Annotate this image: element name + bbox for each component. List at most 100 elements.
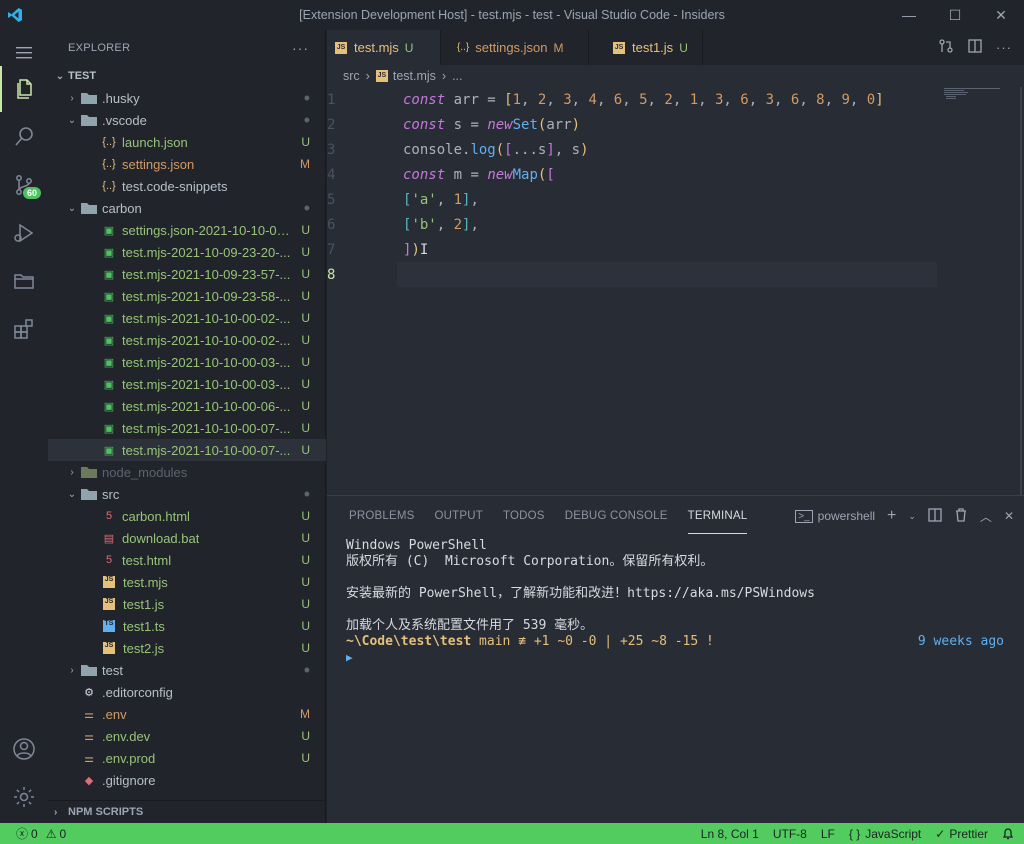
chevron-up-icon[interactable]: ︿: [980, 508, 992, 525]
html-file-icon: 5: [105, 554, 113, 566]
eol-status[interactable]: LF: [821, 827, 835, 841]
editor-tab[interactable]: {..} settings.json M: [441, 30, 589, 65]
more-actions-icon[interactable]: ···: [292, 40, 309, 56]
close-panel-icon[interactable]: ✕: [1004, 509, 1014, 523]
file-item[interactable]: JS test1.js U: [48, 593, 326, 615]
editor-tab[interactable]: JS test.mjs U: [327, 30, 441, 65]
cursor-position[interactable]: Ln 8, Col 1: [701, 827, 759, 841]
split-terminal-icon[interactable]: [928, 507, 942, 525]
file-item[interactable]: ▣ settings.json-2021-10-10-00... U: [48, 219, 326, 241]
folder-item[interactable]: ⌄ src •: [48, 483, 326, 505]
file-item[interactable]: ▤ download.bat U: [48, 527, 326, 549]
cursor-position-label: Ln 8, Col 1: [700, 826, 759, 841]
panel-tab-problems[interactable]: PROBLEMS: [349, 496, 415, 536]
env-file-icon: ⚌: [84, 752, 94, 765]
line-number: 4: [327, 166, 336, 183]
file-item[interactable]: JS test2.js U: [48, 637, 326, 659]
panel-tab-debug-console[interactable]: DEBUG CONSOLE: [565, 496, 668, 536]
breadcrumb-file[interactable]: test.mjs: [393, 69, 436, 83]
git-status-badge: M: [300, 157, 310, 171]
file-item[interactable]: ◆ .gitignore: [48, 769, 326, 791]
file-item[interactable]: 5 carbon.html U: [48, 505, 326, 527]
error-icon: ⓧ: [16, 827, 29, 841]
file-item[interactable]: JS test.mjs U: [48, 571, 326, 593]
folder-item[interactable]: ⌄ .vscode •: [48, 109, 326, 131]
source-control-icon[interactable]: 60: [0, 162, 48, 208]
minimap[interactable]: [944, 87, 1002, 107]
account-icon[interactable]: [0, 726, 48, 772]
file-item[interactable]: ▣ test.mjs-2021-10-10-00-07-... U: [48, 417, 326, 439]
file-item[interactable]: TS test1.ts U: [48, 615, 326, 637]
more-actions-icon[interactable]: ···: [996, 40, 1012, 55]
file-item[interactable]: ▣ test.mjs-2021-10-10-00-02-... U: [48, 329, 326, 351]
tab-git-status: M: [553, 40, 564, 55]
tree-item-label: .env.dev: [102, 728, 151, 744]
close-window-button[interactable]: ✕: [978, 0, 1024, 30]
npm-scripts-section[interactable]: › NPM SCRIPTS: [48, 800, 326, 823]
file-item[interactable]: 5 test.html U: [48, 549, 326, 571]
problems-status[interactable]: ⓧ 0 ⚠ 0: [16, 825, 66, 842]
line-number: 8: [327, 266, 336, 283]
code-editor[interactable]: 1 2 3 4 5 6 7 8 const arr = [1, 2, 3, 4, 6, 5, …: [327, 87, 1024, 495]
file-item[interactable]: ⚌ .env.prod U: [48, 747, 326, 769]
panel-tab-terminal[interactable]: TERMINAL: [687, 498, 748, 534]
panel-tab-todos[interactable]: TODOS: [503, 496, 545, 536]
terminal-shell-selector[interactable]: >_ powershell: [795, 509, 875, 523]
prettier-status[interactable]: ✓ Prettier: [935, 827, 988, 841]
file-item[interactable]: ▣ test.mjs-2021-10-09-23-58-... U: [48, 285, 326, 307]
folder-item[interactable]: › .husky •: [48, 87, 326, 109]
code-line-5: ['a', 1],: [403, 191, 479, 208]
folder-item[interactable]: › test •: [48, 659, 326, 681]
new-terminal-icon[interactable]: +: [887, 507, 896, 525]
bottom-panel: PROBLEMS OUTPUT TODOS DEBUG CONSOLE TERMINAL…: [327, 495, 1024, 823]
file-item[interactable]: {..} launch.json U: [48, 131, 326, 153]
notifications-bell-icon[interactable]: [1002, 827, 1014, 840]
file-item[interactable]: ▣ test.mjs-2021-10-10-00-06-... U: [48, 395, 326, 417]
encoding-status[interactable]: UTF-8: [773, 827, 807, 841]
folder-icon[interactable]: [0, 258, 48, 304]
file-item[interactable]: ▣ test.mjs-2021-10-09-23-57-... U: [48, 263, 326, 285]
file-item[interactable]: ▣ test.mjs-2021-10-10-00-03-... U: [48, 351, 326, 373]
file-item[interactable]: ⚙ .editorconfig: [48, 681, 326, 703]
chevron-down-icon[interactable]: ⌄: [908, 511, 916, 522]
split-editor-icon[interactable]: [968, 39, 982, 56]
git-status-badge: U: [301, 355, 310, 369]
folder-item[interactable]: ⌄ carbon •: [48, 197, 326, 219]
panel-tab-output[interactable]: OUTPUT: [435, 496, 483, 536]
maximize-button[interactable]: ☐: [932, 0, 978, 30]
search-icon[interactable]: [0, 114, 48, 160]
files-icon[interactable]: [0, 66, 48, 112]
file-item[interactable]: ⚌ .env M: [48, 703, 326, 725]
braces-icon: { }: [848, 826, 861, 841]
breadcrumb-symbol[interactable]: ...: [452, 69, 462, 83]
tree-item-label: test.mjs-2021-10-10-00-06-...: [122, 398, 291, 414]
trash-icon[interactable]: [954, 507, 968, 525]
file-item[interactable]: {..} test.code-snippets: [48, 175, 326, 197]
extensions-icon[interactable]: [0, 306, 48, 352]
workspace-root[interactable]: ⌄ TEST: [48, 65, 326, 87]
editor-tab[interactable]: JS test1.js U: [589, 30, 703, 65]
folder-icon: [80, 92, 98, 104]
file-item[interactable]: ⚌ .env.dev U: [48, 725, 326, 747]
file-item[interactable]: ▣ test.mjs-2021-10-10-00-02-... U: [48, 307, 326, 329]
tree-item-label: test.mjs: [123, 574, 168, 590]
run-debug-icon[interactable]: [0, 210, 48, 256]
file-item[interactable]: ▣ test.mjs-2021-10-10-00-07-... U: [48, 439, 326, 461]
minimize-button[interactable]: —: [886, 0, 932, 30]
warning-count: 0: [59, 826, 67, 841]
folder-item[interactable]: › node_modules: [48, 461, 326, 483]
file-item[interactable]: ▣ test.mjs-2021-10-10-00-03-... U: [48, 373, 326, 395]
line-number: 7: [327, 241, 336, 258]
file-item[interactable]: {..} settings.json M: [48, 153, 326, 175]
file-item[interactable]: ▣ test.mjs-2021-10-09-23-20-... U: [48, 241, 326, 263]
settings-gear-icon[interactable]: [0, 774, 48, 820]
breadcrumb-folder[interactable]: src: [343, 69, 360, 83]
warning-icon: ⚠: [45, 826, 57, 841]
terminal-output[interactable]: Windows PowerShell 版权所有 (C) Microsoft Cor…: [346, 538, 1004, 666]
tree-item-label: test.mjs-2021-10-10-00-03-...: [122, 354, 291, 370]
open-changes-icon[interactable]: [938, 38, 954, 57]
editor-scrollbar[interactable]: [1012, 87, 1024, 495]
language-status[interactable]: { } JavaScript: [849, 827, 921, 841]
line-number: 1: [327, 91, 336, 108]
git-status-badge: U: [301, 575, 310, 589]
